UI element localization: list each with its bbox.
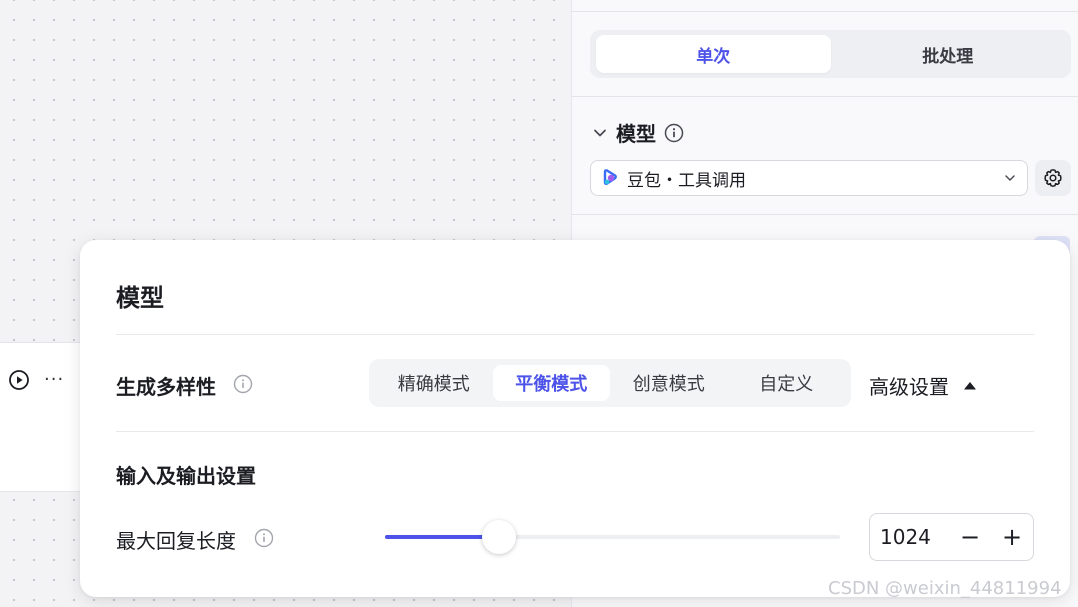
popover-title: 模型: [116, 284, 164, 312]
model-select[interactable]: 豆包・工具调用: [590, 160, 1028, 196]
selected-model-name: 豆包・工具调用: [627, 170, 746, 191]
io-settings-title: 输入及输出设置: [116, 464, 256, 488]
more-options-icon[interactable]: ···: [44, 371, 64, 389]
slider-thumb[interactable]: [482, 520, 516, 554]
info-icon[interactable]: [664, 123, 684, 143]
max-length-slider[interactable]: [385, 520, 840, 554]
diversity-mode-tabs: 精确模式 平衡模式 创意模式 自定义: [369, 359, 851, 407]
divider: [572, 96, 1078, 97]
model-settings-button[interactable]: [1035, 160, 1071, 196]
chevron-down-icon[interactable]: [592, 125, 608, 141]
watermark: CSDN @weixin_44811994: [828, 578, 1062, 599]
model-section-header[interactable]: 模型: [592, 118, 684, 147]
caret-up-icon: [964, 381, 976, 389]
tab-single[interactable]: 单次: [596, 35, 831, 73]
divider: [572, 214, 1078, 215]
advanced-settings-toggle[interactable]: 高级设置: [869, 371, 977, 400]
tab-batch[interactable]: 批处理: [831, 35, 1066, 73]
info-icon[interactable]: [233, 374, 253, 394]
info-icon[interactable]: [254, 528, 274, 548]
increment-button[interactable]: +: [991, 514, 1033, 560]
chevron-down-icon: [1005, 175, 1015, 181]
divider: [572, 11, 1078, 12]
run-mode-tabs: 单次 批处理: [590, 30, 1071, 78]
divider: [116, 334, 1034, 335]
divider: [116, 431, 1034, 432]
mode-custom[interactable]: 自定义: [728, 365, 846, 401]
model-section-title: 模型: [616, 122, 656, 146]
play-circle-icon[interactable]: [8, 369, 30, 391]
mode-balanced[interactable]: 平衡模式: [492, 365, 610, 401]
model-settings-popover: 模型 生成多样性 精确模式 平衡模式 创意模式 自定义 高级设置 输入及输出设置…: [80, 240, 1070, 597]
diversity-label: 生成多样性: [116, 375, 216, 399]
advanced-settings-label: 高级设置: [869, 375, 949, 399]
decrement-button[interactable]: −: [949, 514, 991, 560]
gear-icon: [1044, 169, 1062, 187]
mode-precise[interactable]: 精确模式: [375, 365, 493, 401]
max-length-label: 最大回复长度: [116, 529, 236, 553]
mode-creative[interactable]: 创意模式: [610, 365, 728, 401]
max-length-stepper[interactable]: 1024 − +: [869, 513, 1034, 561]
max-length-value[interactable]: 1024: [880, 525, 949, 549]
node-actions: ···: [8, 369, 64, 391]
doubao-logo-icon: [603, 169, 617, 186]
